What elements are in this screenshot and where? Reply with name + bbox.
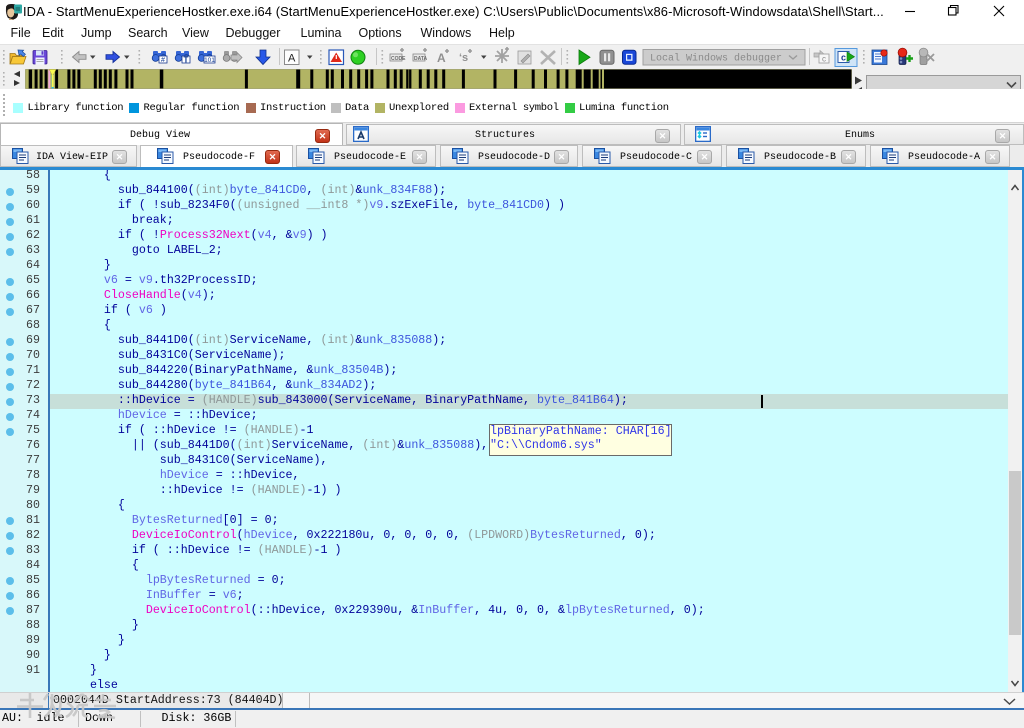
svg-text:‘s: ‘s — [459, 52, 468, 64]
svg-text:c: c — [822, 55, 826, 64]
svg-text:CODE: CODE — [391, 56, 406, 62]
svg-text:DATA: DATA — [414, 56, 428, 62]
svg-text:#: # — [161, 57, 165, 64]
svg-text:Local Windows debugger: Local Windows debugger — [650, 53, 782, 65]
svg-text:101: 101 — [204, 57, 215, 64]
svg-text:T: T — [184, 56, 189, 65]
svg-text:A: A — [288, 53, 296, 65]
svg-text:A: A — [437, 51, 446, 65]
svg-text:c: c — [841, 53, 846, 63]
